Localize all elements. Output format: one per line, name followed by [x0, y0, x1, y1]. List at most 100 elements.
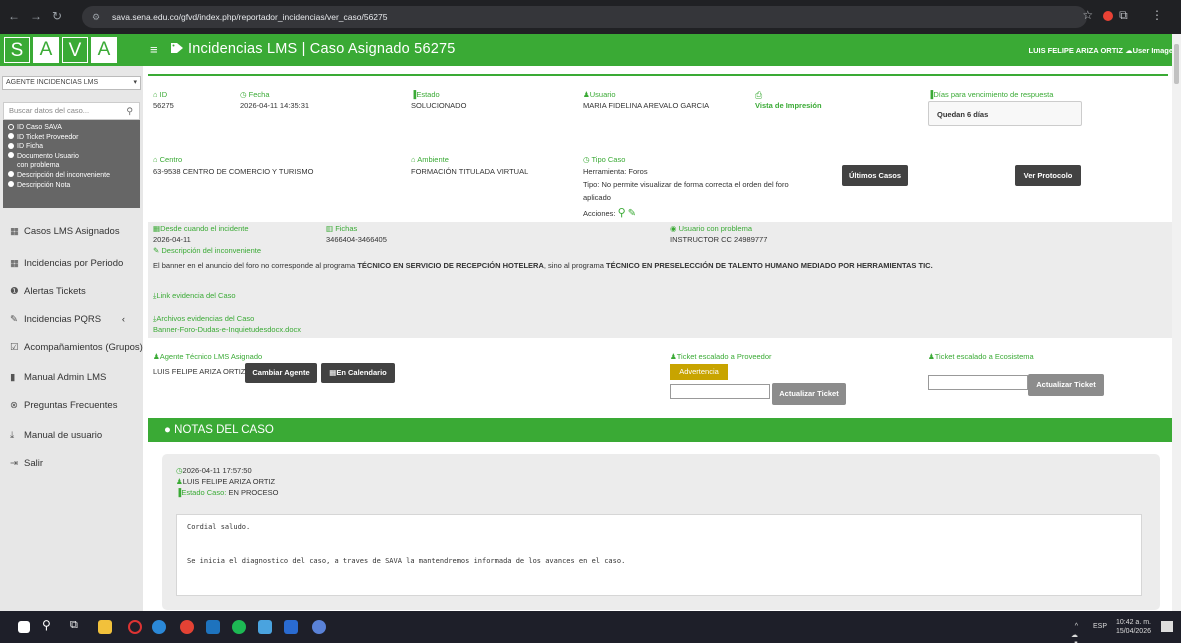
- building-icon: ⌂: [153, 155, 158, 164]
- fecha-label: ◷ Fecha: [240, 90, 270, 99]
- task-view-icon[interactable]: ⧉: [70, 619, 84, 633]
- file-explorer-icon[interactable]: [98, 620, 112, 634]
- clock-date[interactable]: 15/04/2026: [1116, 627, 1151, 636]
- windows-taskbar: ⚲ ⧉ ^ ☁ ▮ ▭ ◁) ESP 10:42 a. m. 15/04/202…: [0, 611, 1181, 643]
- actualizar-ticket-proveedor-button[interactable]: Actualizar Ticket: [772, 383, 846, 405]
- spotify-icon[interactable]: [232, 620, 246, 634]
- notifications-icon[interactable]: [1161, 621, 1173, 632]
- sidebar-item-manual-usuario[interactable]: ⤓ Manual de usuario: [10, 430, 102, 441]
- user-icon: ♟: [176, 477, 183, 486]
- ticket-ecosistema-label: ♟Ticket escalado a Ecosistema: [928, 352, 1034, 361]
- note-status: ▐Estado Caso: EN PROCESO: [176, 488, 279, 497]
- filter-option[interactable]: Documento Usuario con problema: [8, 152, 135, 171]
- tipo-label: ◷ Tipo Caso: [583, 155, 626, 164]
- ambiente-label: ⌂ Ambiente: [411, 155, 449, 164]
- filter-option[interactable]: Descripción Nota: [8, 181, 135, 191]
- tray-icons[interactable]: ^ ☁ ▮ ▭ ◁): [1067, 622, 1081, 643]
- ver-protocolo-button[interactable]: Ver Protocolo: [1015, 165, 1081, 186]
- user-icon: ♟: [670, 352, 677, 361]
- app-icon[interactable]: [206, 620, 220, 634]
- cambiar-agente-button[interactable]: Cambiar Agente: [245, 363, 317, 383]
- filter-option[interactable]: Descripción del inconveniente: [8, 171, 135, 181]
- link-evidencia[interactable]: ⤓Link evidencia del Caso: [153, 291, 236, 301]
- ticket-proveedor-input[interactable]: [670, 384, 770, 399]
- chevron-left-icon: ‹: [121, 314, 125, 325]
- address-bar[interactable]: ⚙ sava.sena.edu.co/gfvd/index.php/report…: [82, 6, 1087, 28]
- photos-icon[interactable]: [258, 620, 272, 634]
- print-view-link[interactable]: Vista de Impresión: [755, 101, 822, 110]
- desde-label: ▦Desde cuando el incidente: [153, 224, 249, 233]
- descripcion-label: ✎ Descripción del inconveniente: [153, 246, 262, 255]
- search-icon[interactable]: ⚲: [618, 207, 626, 219]
- comments-icon: ●: [164, 424, 171, 436]
- opera-icon[interactable]: [128, 620, 142, 634]
- sidebar-item-acompanamientos[interactable]: ☑ Acompañamientos (Grupos): [10, 342, 143, 353]
- sidebar-item-salir[interactable]: ⇥ Salir: [10, 458, 43, 469]
- site-info-icon[interactable]: ⚙: [92, 6, 100, 28]
- edit-icon[interactable]: ✎: [628, 208, 636, 219]
- extension-icon[interactable]: [1103, 10, 1114, 21]
- case-type-cont: aplicado: [583, 193, 611, 202]
- sidebar: AGENTE INCIDENCIAS LMS ▾ Buscar datos de…: [0, 66, 143, 611]
- store-icon[interactable]: [284, 620, 298, 634]
- ticket-ecosistema-input[interactable]: [928, 375, 1028, 390]
- edit-icon: ✎: [153, 246, 160, 255]
- sidebar-item-manual-admin[interactable]: ▮ Manual Admin LMS: [10, 372, 106, 383]
- sidebar-item-incidencias-periodo[interactable]: ▦ Incidencias por Periodo: [10, 258, 123, 269]
- centro-label: ⌂ Centro: [153, 155, 183, 164]
- evidence-file-link[interactable]: Banner-Foro-Dudas-e-Inquietudesdocx.docx: [153, 325, 301, 334]
- browser-actions[interactable]: ☆ ⧉ ⋮: [1082, 8, 1173, 23]
- en-calendario-button[interactable]: ▦En Calendario: [321, 363, 395, 383]
- chrome-icon[interactable]: [180, 620, 194, 634]
- radio-selected-icon: [8, 123, 14, 130]
- radio-icon: [8, 152, 14, 159]
- user-icon: ♟: [583, 90, 590, 99]
- logo-letter: V: [62, 37, 88, 63]
- advertencia-badge: Advertencia: [670, 364, 728, 380]
- sidebar-item-casos-asignados[interactable]: ▦ Casos LMS Asignados: [10, 226, 120, 237]
- wrench-icon: ✎: [10, 314, 18, 325]
- sidebar-item-alertas-tickets[interactable]: ❶ Alertas Tickets: [10, 286, 86, 297]
- page-scrollbar[interactable]: [1172, 34, 1181, 611]
- search-icon[interactable]: ⚲: [126, 103, 133, 119]
- note-line: Cordial saludo.: [187, 523, 251, 531]
- id-label: ⌂ ID: [153, 90, 168, 99]
- filter-option[interactable]: ID Ficha: [8, 142, 135, 152]
- agent-role-select[interactable]: AGENTE INCIDENCIAS LMS ▾: [2, 76, 141, 90]
- case-type: Tipo: No permite visualizar de forma cor…: [583, 180, 789, 189]
- barcode-icon: ▥: [326, 224, 334, 233]
- case-id: 56275: [153, 101, 174, 110]
- note-date: ◷2026-04-11 17:57:50: [176, 466, 252, 475]
- page-title: Incidencias LMS | Caso Asignado 56275: [188, 41, 456, 57]
- building-icon: ⌂: [153, 90, 158, 99]
- actualizar-ticket-ecosistema-button[interactable]: Actualizar Ticket: [1028, 374, 1104, 396]
- binoculars-icon: ⊗: [10, 400, 18, 411]
- usuario-label: ♟Usuario: [583, 90, 616, 99]
- windows-start-icon[interactable]: [18, 621, 30, 633]
- ultimos-casos-button[interactable]: Últimos Casos: [842, 165, 908, 186]
- edge-icon[interactable]: [152, 620, 166, 634]
- assigned-agent: LUIS FELIPE ARIZA ORTIZ: [153, 367, 246, 376]
- print-icon[interactable]: ⎙: [755, 90, 762, 101]
- filter-option[interactable]: ID Caso SAVA: [8, 123, 135, 133]
- clock-time[interactable]: 10:42 a. m.: [1116, 618, 1151, 627]
- sava-logo[interactable]: S A V A: [4, 37, 120, 63]
- case-date: 2026-04-11 14:35:31: [240, 101, 310, 110]
- sidebar-item-incidencias-pqrs[interactable]: ✎ Incidencias PQRS ‹: [10, 314, 135, 325]
- building-icon: ⌂: [411, 155, 416, 164]
- usuario-problema-label: ◉ Usuario con problema: [670, 224, 753, 233]
- incident-description: El banner en el anuncio del foro no corr…: [153, 261, 933, 270]
- menu-toggle-icon[interactable]: ≡: [150, 42, 158, 57]
- user-menu[interactable]: LUIS FELIPE ARIZA ORTIZ ☁User Image: [1029, 46, 1173, 55]
- language-indicator[interactable]: ESP: [1093, 622, 1107, 631]
- search-icon[interactable]: ⚲: [42, 618, 56, 632]
- filter-option[interactable]: ID Ticket Proveedor: [8, 133, 135, 143]
- calendar-icon: ▦: [10, 226, 19, 237]
- sidebar-item-preguntas-frecuentes[interactable]: ⊗ Preguntas Frecuentes: [10, 400, 117, 411]
- chrome-profile-icon[interactable]: [312, 620, 326, 634]
- case-search-input[interactable]: Buscar datos del caso... ⚲: [3, 102, 140, 120]
- logo-letter: A: [91, 37, 117, 63]
- scrollbar-thumb[interactable]: [1174, 44, 1179, 84]
- browser-nav-icons[interactable]: ←→↻: [8, 9, 72, 23]
- system-tray[interactable]: ^ ☁ ▮ ▭ ◁) ESP 10:42 a. m. 15/04/2026: [1071, 618, 1151, 643]
